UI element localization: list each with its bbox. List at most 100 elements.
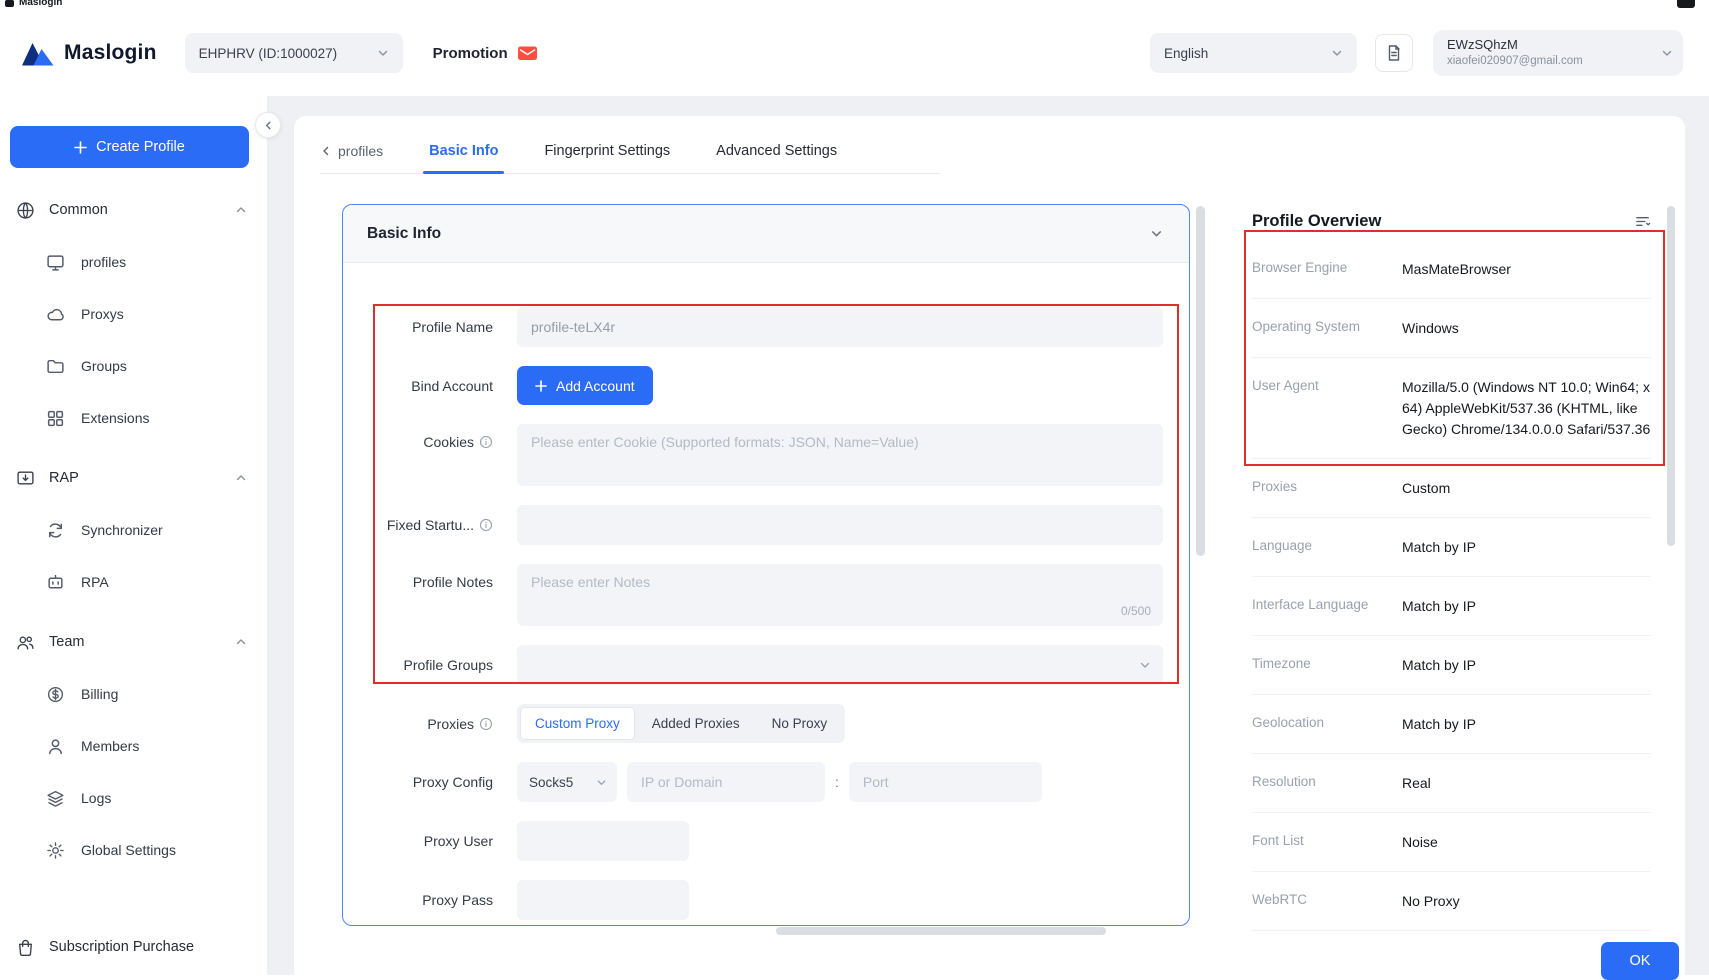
sidebar-item-billing[interactable]: Billing [0,668,267,720]
overview-label: Geolocation [1252,714,1402,730]
sidebar-item-proxys[interactable]: Proxys [0,288,267,340]
sidebar-item-synchronizer[interactable]: Synchronizer [0,504,267,556]
user-name: EWzSQhzM [1447,37,1661,54]
add-account-button[interactable]: Add Account [517,366,653,405]
window-title-fragment: Maslogin [5,0,62,9]
chevron-down-icon [596,777,607,788]
overview-row: WebRTC No Proxy [1252,872,1651,931]
proxy-colon-separator: : [835,774,839,790]
plus-icon [535,380,547,392]
sidebar-item-members[interactable]: Members [0,720,267,772]
sidebar-item-label: Synchronizer [81,522,163,538]
overview-value: Match by IP [1402,714,1651,735]
nav-section-team: Team Billing Members [0,616,267,876]
sidebar-item-logs[interactable]: Logs [0,772,267,824]
chevron-down-icon [377,47,389,59]
overview-value: Custom [1402,478,1651,499]
document-icon [1385,44,1403,62]
info-icon[interactable] [479,717,493,731]
sidebar-item-label: profiles [81,254,126,270]
main-area: profiles Basic Info Fingerprint Settings… [268,96,1709,975]
horizontal-scrollbar-thumb[interactable] [776,927,1106,935]
user-info: EWzSQhzM xiaofei020907@gmail.com [1447,37,1661,69]
list-settings-icon[interactable] [1634,213,1651,230]
proxy-ip-input[interactable] [627,762,825,802]
sidebar-section-team[interactable]: Team [0,616,267,668]
proxy-protocol-value: Socks5 [529,775,573,790]
brand[interactable]: Maslogin [22,41,157,66]
overview-label: WebRTC [1252,891,1402,907]
profile-name-input[interactable] [517,307,1163,347]
tab-fingerprint-settings[interactable]: Fingerprint Settings [544,143,670,173]
overview-label: Resolution [1252,773,1402,789]
monitor-icon [46,253,65,272]
sidebar-item-subscription-purchase[interactable]: Subscription Purchase [0,919,267,975]
section-label: RAP [49,470,79,486]
sidebar: Create Profile Common [0,96,268,975]
sidebar-section-common[interactable]: Common [0,184,267,236]
window-title-text: Maslogin [19,0,62,8]
section-label: Common [49,202,108,218]
sidebar-item-rpa[interactable]: RPA [0,556,267,608]
overview-label: Language [1252,537,1402,553]
chevron-down-icon [1331,47,1343,59]
cookies-textarea[interactable] [517,424,1163,486]
form-scrollbar-track [1196,206,1206,963]
folder-icon [46,357,65,376]
proxy-user-input[interactable] [517,821,689,861]
form-row-proxies: Proxies Custom Proxy Added Proxies No Pr… [373,704,1163,743]
section-label: Team [49,634,84,650]
agreement-doc-button[interactable] [1375,34,1413,72]
sidebar-item-label: Global Settings [81,842,176,858]
profile-groups-select[interactable] [517,645,1163,685]
form-row-fixed-startup: Fixed Startu... [373,505,1163,545]
sidebar-section-rap[interactable]: RAP [0,452,267,504]
sidebar-item-extensions[interactable]: Extensions [0,392,267,444]
profile-groups-label: Profile Groups [404,657,493,673]
cloud-icon [46,305,65,324]
tab-basic-info[interactable]: Basic Info [429,143,498,173]
overview-scrollbar-thumb[interactable] [1667,206,1675,546]
sidebar-item-global-settings[interactable]: Global Settings [0,824,267,876]
proxy-config-label: Proxy Config [413,774,493,790]
user-account-menu[interactable]: EWzSQhzM xiaofei020907@gmail.com [1433,30,1683,76]
workspace-select[interactable]: EHPHRV (ID:1000027) [185,33,403,73]
proxy-protocol-select[interactable]: Socks5 [517,762,617,802]
overview-label: User Agent [1252,377,1402,393]
overview-row: Interface Language Match by IP [1252,577,1651,636]
profile-overview-title: Profile Overview [1252,212,1381,231]
sidebar-item-groups[interactable]: Groups [0,340,267,392]
form-row-proxy-config: Proxy Config Socks5 : [373,762,1163,802]
overview-row: Proxies Custom [1252,459,1651,518]
basic-info-panel-header[interactable]: Basic Info [343,205,1189,263]
sidebar-item-profiles[interactable]: profiles [0,236,267,288]
form-row-profile-notes: Profile Notes 0/500 [373,564,1163,626]
promotion-link[interactable]: Promotion [433,43,538,63]
proxies-option-no-proxy[interactable]: No Proxy [757,707,843,740]
create-profile-label: Create Profile [96,139,185,155]
ok-button[interactable]: OK [1601,942,1679,980]
proxy-pass-input[interactable] [517,880,689,920]
proxies-option-custom-proxy[interactable]: Custom Proxy [520,707,635,740]
overview-value: Match by IP [1402,596,1651,617]
sidebar-collapse-button[interactable] [255,112,281,138]
fixed-startup-input[interactable] [517,505,1163,545]
profile-notes-textarea[interactable] [517,564,1163,626]
tab-advanced-settings[interactable]: Advanced Settings [716,143,837,173]
overview-value: Noise [1402,832,1651,853]
form-row-proxy-pass: Proxy Pass [373,880,1163,920]
back-to-profiles-link[interactable]: profiles [320,143,383,173]
notes-char-counter: 0/500 [1121,604,1151,618]
language-select[interactable]: English [1150,33,1357,73]
overview-label: Interface Language [1252,596,1402,612]
proxies-option-added-proxies[interactable]: Added Proxies [637,707,755,740]
info-icon[interactable] [479,518,493,532]
proxy-user-label: Proxy User [424,833,493,849]
form-scrollbar-thumb[interactable] [1196,206,1205,556]
create-profile-button[interactable]: Create Profile [10,126,249,168]
overview-label: Timezone [1252,655,1402,671]
overview-row: Operating System Windows [1252,299,1651,358]
info-icon[interactable] [479,435,493,449]
member-icon [46,737,65,756]
proxy-port-input[interactable] [849,762,1042,802]
